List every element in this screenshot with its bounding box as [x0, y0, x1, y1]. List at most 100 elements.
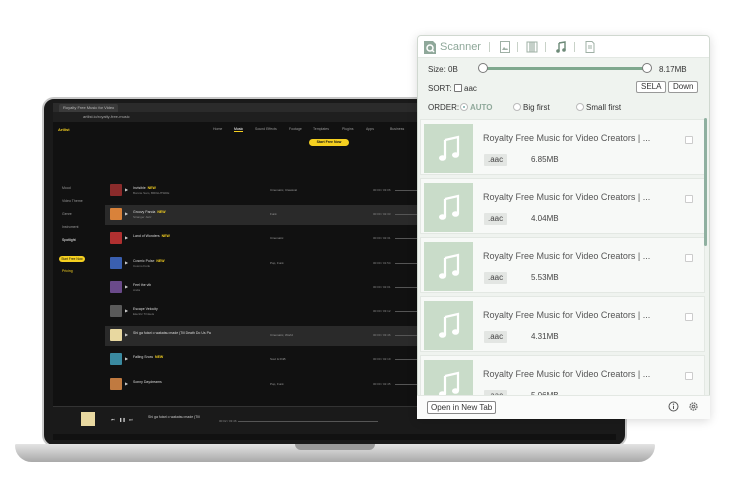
download-button[interactable]: Down: [668, 81, 699, 93]
play-icon[interactable]: ▶: [125, 211, 128, 216]
size-slider-track[interactable]: [483, 67, 647, 70]
select-all-button[interactable]: SELA: [636, 81, 667, 93]
new-badge: NEW: [161, 234, 170, 239]
file-size: 6.85MB: [531, 155, 559, 164]
file-title: Royalty Free Music for Video Creators | …: [483, 310, 651, 320]
track-thumbnail: [110, 353, 122, 366]
nav-item-music[interactable]: Music: [234, 127, 244, 132]
file-thumbnail: [424, 301, 473, 350]
track-thumbnail: [110, 208, 122, 221]
file-size: 4.31MB: [531, 332, 559, 341]
sidebar-item-pricing[interactable]: Pricing: [62, 269, 73, 273]
play-icon[interactable]: ▶: [125, 284, 128, 289]
track-title: Shi ga futari o wakatsu made (Till Death…: [133, 331, 211, 336]
size-label: Size: 0B: [428, 65, 458, 74]
music-note-icon: [439, 135, 460, 161]
track-genre: Funk: [270, 212, 277, 217]
music-tab-icon[interactable]: [554, 40, 568, 54]
track-thumbnail: [110, 256, 122, 269]
track-duration: 00:00 / 01:54: [373, 260, 391, 265]
nav-item-business[interactable]: Business: [390, 127, 404, 131]
open-in-new-tab-button[interactable]: Open in New Tab: [427, 401, 497, 414]
info-icon[interactable]: [668, 401, 679, 412]
file-list-scrollbar[interactable]: [704, 118, 707, 246]
document-tab-icon[interactable]: [583, 40, 597, 54]
order-small-first-radio[interactable]: [576, 103, 584, 111]
file-thumbnail: [424, 124, 473, 173]
order-auto-label: AUTO: [470, 103, 493, 112]
play-icon[interactable]: ▶: [125, 381, 128, 386]
play-icon[interactable]: ▶: [125, 260, 128, 265]
image-tab-icon[interactable]: [498, 40, 512, 54]
sidebar-item-video-theme[interactable]: Video Theme: [62, 199, 83, 203]
track-duration: 00:00 / 03:12: [373, 309, 391, 313]
track-title: Groovy Panda NEW: [133, 210, 166, 215]
nav-item-plugins[interactable]: Plugins: [342, 127, 353, 131]
track-artist: Bonnie Sam, BRIGHTSIDE: [133, 191, 170, 195]
sidebar-item-mood[interactable]: Mood: [62, 186, 71, 190]
size-slider-min-handle[interactable]: [478, 63, 488, 73]
play-icon[interactable]: ▶: [125, 235, 128, 240]
play-icon[interactable]: ▶: [125, 332, 128, 337]
nav-item-templates[interactable]: Templates: [313, 127, 329, 131]
track-genre: Cinematic, World: [270, 333, 293, 338]
track-thumbnail: [110, 280, 122, 293]
order-big-first-radio[interactable]: [513, 103, 521, 111]
file-item[interactable]: Royalty Free Music for Video Creators | …: [420, 178, 705, 234]
file-extension-badge: .aac: [484, 272, 508, 284]
play-icon[interactable]: ▶: [125, 308, 128, 313]
sidebar-item-genre[interactable]: Genre: [62, 212, 72, 216]
start-free-button[interactable]: Start Free Now: [309, 139, 349, 146]
track-duration: 00:00 / 03:46: [373, 333, 391, 338]
header-divider: [545, 42, 546, 52]
player-waveform[interactable]: [238, 421, 378, 422]
nav-item-sfx[interactable]: Sound Effects: [255, 127, 277, 131]
nav-item-home[interactable]: Home: [213, 127, 222, 131]
site-logo[interactable]: Artlist: [58, 127, 70, 132]
sort-filter-checkbox[interactable]: [454, 84, 462, 92]
play-icon[interactable]: ▶: [125, 187, 128, 192]
file-item[interactable]: Royalty Free Music for Video Creators | …: [420, 119, 705, 175]
header-divider: [489, 42, 490, 52]
next-icon[interactable]: ⏭: [129, 417, 133, 422]
nav-item-apps[interactable]: Apps: [366, 127, 374, 131]
track-genre: Pop, Funk: [270, 381, 284, 386]
file-select-checkbox[interactable]: [685, 136, 693, 144]
order-auto-radio[interactable]: [460, 103, 468, 111]
sidebar-start-free-button[interactable]: Start Free Now: [59, 256, 85, 262]
nav-item-footage[interactable]: Footage: [289, 127, 302, 131]
size-slider-max-handle[interactable]: [642, 63, 652, 73]
file-select-checkbox[interactable]: [685, 195, 693, 203]
file-select-checkbox[interactable]: [685, 254, 693, 262]
track-artist: Electric Trinkets: [133, 312, 155, 316]
sidebar-item-spotlight[interactable]: Spotlight: [62, 238, 76, 242]
file-select-checkbox[interactable]: [685, 372, 693, 380]
player-thumbnail: [81, 412, 95, 426]
size-max-label: 8.17MB: [659, 65, 687, 74]
track-thumbnail: [110, 329, 122, 342]
gear-icon[interactable]: [688, 401, 699, 412]
video-tab-icon[interactable]: [525, 40, 539, 54]
track-thumbnail: [110, 377, 122, 390]
laptop-notch: [295, 444, 375, 450]
track-artist: Cosmo Funk: [133, 263, 151, 268]
file-list: Royalty Free Music for Video Creators | …: [417, 117, 707, 395]
pause-icon[interactable]: ❚❚: [119, 417, 126, 422]
previous-icon[interactable]: ⏮: [111, 417, 115, 422]
track-title: Sonny Daydreams: [133, 379, 162, 384]
file-item[interactable]: Royalty Free Music for Video Creators | …: [420, 355, 705, 395]
file-select-checkbox[interactable]: [685, 313, 693, 321]
file-size: 5.53MB: [531, 273, 559, 282]
play-icon[interactable]: ▶: [125, 356, 128, 361]
order-big-first-label: Big first: [523, 103, 550, 112]
browser-tab[interactable]: Royalty Free Music for Video: [59, 104, 119, 112]
sidebar-item-instrument[interactable]: Instrument: [62, 225, 79, 229]
track-thumbnail: [110, 184, 122, 196]
header-divider: [517, 42, 518, 52]
track-genre: Pop, Funk: [270, 260, 284, 265]
file-item[interactable]: Royalty Free Music for Video Creators | …: [420, 237, 705, 293]
file-item[interactable]: Royalty Free Music for Video Creators | …: [420, 296, 705, 352]
file-thumbnail: [424, 242, 473, 291]
track-duration: 00:00 / 02:01: [373, 284, 391, 289]
track-artist: Stranger Jazz: [133, 215, 152, 220]
